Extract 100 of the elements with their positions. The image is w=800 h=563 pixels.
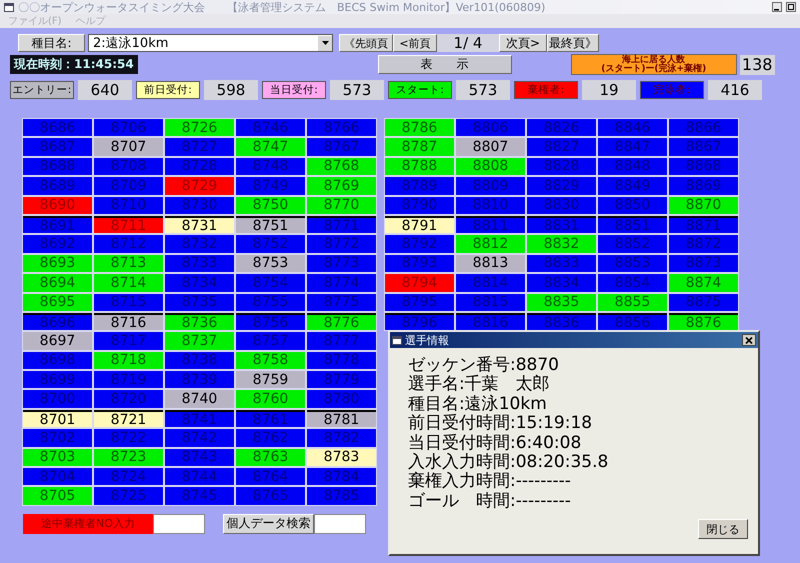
bib-cell[interactable]: 8758 — [236, 352, 305, 370]
bib-cell[interactable]: 8747 — [236, 138, 305, 156]
bib-cell[interactable]: 8814 — [456, 274, 525, 292]
bib-cell[interactable]: 8700 — [23, 390, 92, 408]
bib-cell[interactable]: 8690 — [23, 196, 92, 214]
bib-cell[interactable]: 8832 — [527, 235, 596, 253]
bib-cell[interactable]: 8849 — [598, 177, 667, 195]
bib-cell[interactable]: 8812 — [456, 235, 525, 253]
bib-cell[interactable]: 8847 — [598, 138, 667, 156]
bib-cell[interactable]: 8688 — [23, 158, 92, 176]
bib-cell[interactable]: 8701 — [23, 410, 92, 428]
bib-cell[interactable]: 8780 — [307, 390, 376, 408]
bib-cell[interactable]: 8691 — [23, 216, 92, 234]
bib-cell[interactable]: 8781 — [307, 410, 376, 428]
bib-cell[interactable]: 8795 — [385, 294, 454, 311]
bib-cell[interactable]: 8829 — [527, 177, 596, 195]
bib-cell[interactable]: 8731 — [165, 216, 234, 234]
bib-cell[interactable]: 8762 — [236, 429, 305, 447]
bib-cell[interactable]: 8874 — [669, 274, 738, 292]
bib-cell[interactable]: 8851 — [598, 216, 667, 234]
bib-cell[interactable]: 8692 — [23, 235, 92, 253]
bib-cell[interactable]: 8722 — [94, 429, 163, 447]
bib-cell[interactable]: 8693 — [23, 254, 92, 272]
bib-cell[interactable]: 8764 — [236, 468, 305, 486]
bib-cell[interactable]: 8699 — [23, 371, 92, 388]
search-button[interactable]: 個人データ検索 — [223, 514, 314, 534]
bib-cell[interactable]: 8724 — [94, 468, 163, 486]
bib-cell[interactable]: 8735 — [165, 294, 234, 311]
bib-cell[interactable]: 8796 — [385, 312, 454, 330]
last-page-button[interactable]: 最終頁》 — [547, 34, 599, 52]
maximize-icon[interactable] — [786, 2, 796, 12]
bib-cell[interactable]: 8694 — [23, 274, 92, 292]
bib-cell[interactable]: 8720 — [94, 390, 163, 408]
bib-cell[interactable]: 8753 — [236, 254, 305, 272]
bib-cell[interactable]: 8704 — [23, 468, 92, 486]
bib-cell[interactable]: 8871 — [669, 216, 738, 234]
bib-cell[interactable]: 8779 — [307, 371, 376, 388]
bib-cell[interactable]: 8867 — [669, 138, 738, 156]
bib-cell[interactable]: 8766 — [307, 119, 376, 136]
bib-cell[interactable]: 8744 — [165, 468, 234, 486]
bib-cell[interactable]: 8856 — [598, 312, 667, 330]
bib-cell[interactable]: 8686 — [23, 119, 92, 136]
bib-cell[interactable]: 8760 — [236, 390, 305, 408]
bib-cell[interactable]: 8696 — [23, 312, 92, 330]
bib-cell[interactable]: 8807 — [456, 138, 525, 156]
bib-cell[interactable]: 8738 — [165, 352, 234, 370]
bib-cell[interactable]: 8831 — [527, 216, 596, 234]
bib-cell[interactable]: 8746 — [236, 119, 305, 136]
bib-cell[interactable]: 8875 — [669, 294, 738, 311]
bib-cell[interactable]: 8732 — [165, 235, 234, 253]
bib-cell[interactable]: 8725 — [94, 487, 163, 505]
bib-cell[interactable]: 8726 — [165, 119, 234, 136]
bib-cell[interactable]: 8873 — [669, 254, 738, 272]
bib-cell[interactable]: 8698 — [23, 352, 92, 370]
first-page-button[interactable]: 《先頭頁 — [339, 34, 393, 52]
bib-cell[interactable]: 8790 — [385, 196, 454, 214]
minimize-icon[interactable] — [772, 2, 782, 12]
bib-cell[interactable]: 8716 — [94, 312, 163, 330]
bib-cell[interactable]: 8711 — [94, 216, 163, 234]
bib-cell[interactable]: 8761 — [236, 410, 305, 428]
close-dialog-button[interactable]: 閉じる — [698, 519, 748, 540]
bib-cell[interactable]: 8782 — [307, 429, 376, 447]
bib-cell[interactable]: 8714 — [94, 274, 163, 292]
bib-cell[interactable]: 8809 — [456, 177, 525, 195]
bib-cell[interactable]: 8748 — [236, 158, 305, 176]
withdraw-number-field[interactable] — [153, 514, 205, 534]
bib-cell[interactable]: 8705 — [23, 487, 92, 505]
bib-cell[interactable]: 8810 — [456, 196, 525, 214]
bib-cell[interactable]: 8709 — [94, 177, 163, 195]
bib-cell[interactable]: 8718 — [94, 352, 163, 370]
bib-cell[interactable]: 8835 — [527, 294, 596, 311]
bib-cell[interactable]: 8775 — [307, 294, 376, 311]
bib-cell[interactable]: 8813 — [456, 254, 525, 272]
bib-cell[interactable]: 8789 — [385, 177, 454, 195]
bib-cell[interactable]: 8689 — [23, 177, 92, 195]
bib-cell[interactable]: 8717 — [94, 332, 163, 350]
bib-cell[interactable]: 8749 — [236, 177, 305, 195]
bib-cell[interactable]: 8706 — [94, 119, 163, 136]
bib-cell[interactable]: 8767 — [307, 138, 376, 156]
bib-cell[interactable]: 8827 — [527, 138, 596, 156]
bib-cell[interactable]: 8768 — [307, 158, 376, 176]
menu-item[interactable]: ファイル(F) — [8, 14, 62, 28]
bib-cell[interactable]: 8828 — [527, 158, 596, 176]
bib-cell[interactable]: 8846 — [598, 119, 667, 136]
bib-cell[interactable]: 8855 — [598, 294, 667, 311]
bib-cell[interactable]: 8815 — [456, 294, 525, 311]
bib-cell[interactable]: 8707 — [94, 138, 163, 156]
bib-cell[interactable]: 8852 — [598, 235, 667, 253]
bib-cell[interactable]: 8830 — [527, 196, 596, 214]
bib-cell[interactable]: 8715 — [94, 294, 163, 311]
bib-cell[interactable]: 8836 — [527, 312, 596, 330]
bib-cell[interactable]: 8742 — [165, 429, 234, 447]
bib-cell[interactable]: 8787 — [385, 138, 454, 156]
bib-cell[interactable]: 8870 — [669, 196, 738, 214]
bib-cell[interactable]: 8737 — [165, 332, 234, 350]
bib-cell[interactable]: 8703 — [23, 448, 92, 466]
bib-cell[interactable]: 8773 — [307, 254, 376, 272]
bib-cell[interactable]: 8808 — [456, 158, 525, 176]
show-button[interactable]: 表 示 — [378, 55, 512, 74]
bib-cell[interactable]: 8848 — [598, 158, 667, 176]
